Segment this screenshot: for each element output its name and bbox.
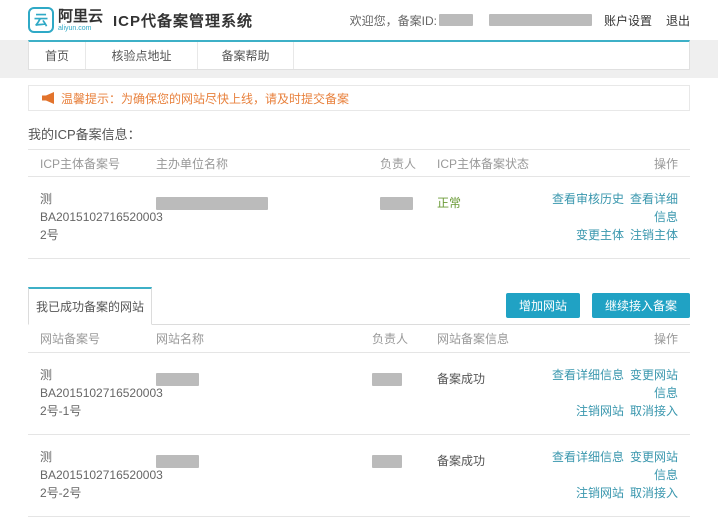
site-name-cell	[156, 448, 372, 468]
record-no-line: 测BA2015102716520003	[40, 366, 156, 402]
change-subject-link[interactable]: 变更主体	[576, 228, 624, 242]
cancel-access-link[interactable]: 取消接入	[630, 486, 678, 500]
logo-glyph: 云	[34, 10, 48, 30]
redacted-person-name	[380, 197, 413, 210]
welcome-text: 欢迎您，备案ID:	[350, 12, 437, 29]
person-cell	[372, 448, 437, 468]
aliyun-brand[interactable]: 云 阿里云 aliyun.com	[28, 7, 103, 33]
record-no-line: 测BA2015102716520003	[40, 190, 156, 226]
sites-table-header: 网站备案号 网站名称 负责人 网站备案信息 操作	[28, 325, 690, 353]
cancel-subject-link[interactable]: 注销主体	[630, 228, 678, 242]
add-website-button[interactable]: 增加网站	[506, 293, 580, 318]
subject-table: ICP主体备案号 主办单位名称 负责人 ICP主体备案状态 操作 测BA2015…	[28, 149, 690, 259]
subject-actions: 查看审核历史查看详细信息变更主体注销主体	[548, 190, 690, 244]
record-no-line: 2号-1号	[40, 402, 156, 420]
site-status: 备案成功	[437, 366, 548, 387]
redacted-person-name	[372, 373, 402, 386]
logout-link[interactable]: 退出	[666, 12, 690, 29]
subject-section-title: 我的ICP备案信息：	[28, 124, 690, 143]
redacted-site-name	[156, 373, 199, 386]
record-no-line: 2号-2号	[40, 484, 156, 502]
tab-successful-sites[interactable]: 我已成功备案的网站	[28, 287, 152, 325]
view-audit-history-link[interactable]: 查看审核历史	[552, 192, 624, 206]
cancel-site-link[interactable]: 注销网站	[576, 404, 624, 418]
view-details-link[interactable]: 查看详细信息	[552, 368, 624, 382]
brand-domain: aliyun.com	[58, 25, 103, 32]
col-subject-record-no: ICP主体备案号	[28, 155, 156, 172]
continue-access-filing-button[interactable]: 继续接入备案	[592, 293, 690, 318]
record-no-line: 2号	[40, 226, 156, 244]
redacted-organizer-name	[156, 197, 268, 210]
view-details-link[interactable]: 查看详细信息	[630, 192, 678, 224]
col-organizer-name: 主办单位名称	[156, 155, 380, 172]
col-site-record-no: 网站备案号	[28, 330, 156, 347]
site-record-no: 测BA20151027165200032号-1号	[28, 366, 156, 420]
subject-record-no: 测BA20151027165200032号	[28, 190, 156, 244]
site-actions: 查看详细信息变更网站信息注销网站取消接入	[548, 448, 690, 502]
nav-item-home[interactable]: 首页	[29, 42, 86, 69]
cancel-access-link[interactable]: 取消接入	[630, 404, 678, 418]
redacted-account-name	[489, 14, 592, 26]
change-site-info-link[interactable]: 变更网站信息	[630, 450, 678, 482]
col-operations: 操作	[548, 155, 690, 172]
notice-bar: 温馨提示：为确保您的网站尽快上线，请及时提交备案	[28, 85, 690, 111]
app-header: 云 阿里云 aliyun.com ICP代备案管理系统 欢迎您，备案ID: 账户…	[0, 0, 718, 40]
header-right: 欢迎您，备案ID: 账户设置 退出	[350, 12, 690, 29]
redacted-person-name	[372, 455, 402, 468]
col-subject-status: ICP主体备案状态	[437, 155, 548, 172]
megaphone-icon	[41, 91, 55, 105]
subject-status-badge: 正常	[437, 190, 548, 211]
site-record-no: 测BA20151027165200032号-2号	[28, 448, 156, 502]
col-operations: 操作	[548, 330, 690, 347]
person-cell	[380, 190, 437, 210]
record-no-line: 测BA2015102716520003	[40, 448, 156, 484]
redacted-backup-id	[439, 14, 473, 26]
col-person-in-charge: 负责人	[372, 330, 437, 347]
site-row: 测BA20151027165200032号-2号 备案成功 查看详细信息变更网站…	[28, 435, 690, 517]
col-site-name: 网站名称	[156, 330, 372, 347]
redacted-site-name	[156, 455, 199, 468]
aliyun-logo-icon: 云	[28, 7, 54, 33]
nav-item-verification-address[interactable]: 核验点地址	[86, 42, 198, 69]
site-actions: 查看详细信息变更网站信息注销网站取消接入	[548, 366, 690, 420]
cancel-site-link[interactable]: 注销网站	[576, 486, 624, 500]
person-cell	[372, 366, 437, 386]
site-name-cell	[156, 366, 372, 386]
site-status: 备案成功	[437, 448, 548, 469]
col-person-in-charge: 负责人	[380, 155, 437, 172]
nav-item-filing-help[interactable]: 备案帮助	[198, 42, 294, 69]
col-site-filing-info: 网站备案信息	[437, 330, 548, 347]
sites-table: 网站备案号 网站名称 负责人 网站备案信息 操作 测BA201510271652…	[28, 325, 690, 517]
organizer-name-cell	[156, 190, 380, 210]
brand-name: 阿里云	[58, 9, 103, 24]
notice-text: 温馨提示：为确保您的网站尽快上线，请及时提交备案	[61, 90, 349, 107]
subject-row: 测BA20151027165200032号 正常 查看审核历史查看详细信息变更主…	[28, 177, 690, 259]
account-settings-link[interactable]: 账户设置	[604, 12, 652, 29]
brand-text: 阿里云 aliyun.com	[58, 9, 103, 32]
nav-band: 首页 核验点地址 备案帮助	[0, 40, 718, 78]
subject-table-header: ICP主体备案号 主办单位名称 负责人 ICP主体备案状态 操作	[28, 149, 690, 177]
view-details-link[interactable]: 查看详细信息	[552, 450, 624, 464]
main-nav: 首页 核验点地址 备案帮助	[28, 40, 690, 70]
page-title: ICP代备案管理系统	[113, 10, 253, 31]
site-row: 测BA20151027165200032号-1号 备案成功 查看详细信息变更网站…	[28, 353, 690, 435]
sites-tabs-row: 我已成功备案的网站 增加网站 继续接入备案	[28, 287, 690, 325]
change-site-info-link[interactable]: 变更网站信息	[630, 368, 678, 400]
